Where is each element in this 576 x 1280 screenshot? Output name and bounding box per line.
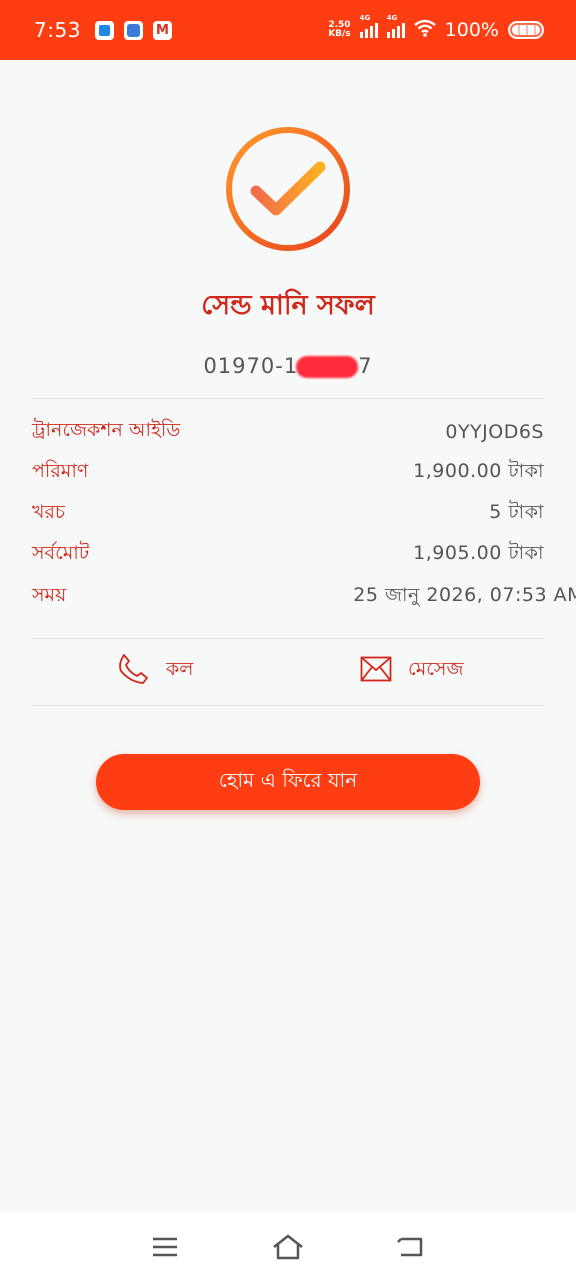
mail-icon [360, 656, 392, 687]
home-icon [273, 1234, 303, 1259]
call-button[interactable]: কল [116, 651, 193, 691]
phone-icon [116, 652, 150, 691]
success-check-icon [224, 125, 352, 253]
network-speed: 2.50 KB/s [328, 20, 351, 39]
recipient-number: 01970-1 7 [203, 354, 373, 378]
call-label: কল [166, 658, 194, 680]
status-time: 7:53 [34, 18, 81, 42]
signal-icon-sim2: 4G [386, 14, 405, 38]
success-title: সেন্ড মানি সফল [201, 290, 375, 321]
back-icon [396, 1237, 422, 1256]
home-nav-button[interactable] [266, 1225, 310, 1269]
message-label: মেসেজ [408, 658, 464, 680]
battery-percent: 100% [444, 19, 499, 41]
detail-row-transaction-id: ট্রানজেকশন আইডি 0YYJOD6S [32, 419, 544, 443]
detail-row-total: সর্বমোট 1,905.00 টাকা [32, 542, 544, 564]
redaction-mark [296, 356, 359, 378]
notification-app-icon [94, 20, 114, 40]
gmail-icon: M [152, 20, 172, 40]
divider [32, 705, 544, 706]
divider [32, 398, 544, 399]
menu-nav-button[interactable] [143, 1225, 187, 1269]
detail-row-fee: খরচ 5 টাকা [32, 501, 544, 523]
detail-row-time: সময় 25 জানু 2026, 07:53 AM [32, 584, 576, 606]
divider [32, 638, 544, 639]
detail-row-amount: পরিমাণ 1,900.00 টাকা [32, 460, 544, 482]
signal-icon-sim1: 4G [359, 14, 378, 38]
back-nav-button[interactable] [389, 1225, 433, 1269]
system-nav-bar [0, 1213, 576, 1280]
menu-icon [153, 1237, 178, 1256]
go-home-button[interactable]: হোম এ ফিরে যান [96, 754, 480, 810]
notification-message-icon [123, 20, 143, 40]
status-bar: 7:53 M 2.50 KB/s 4G 4G 100% [0, 0, 576, 60]
message-button[interactable]: মেসেজ [360, 651, 463, 691]
battery-icon [508, 21, 544, 39]
wifi-icon [413, 19, 436, 42]
